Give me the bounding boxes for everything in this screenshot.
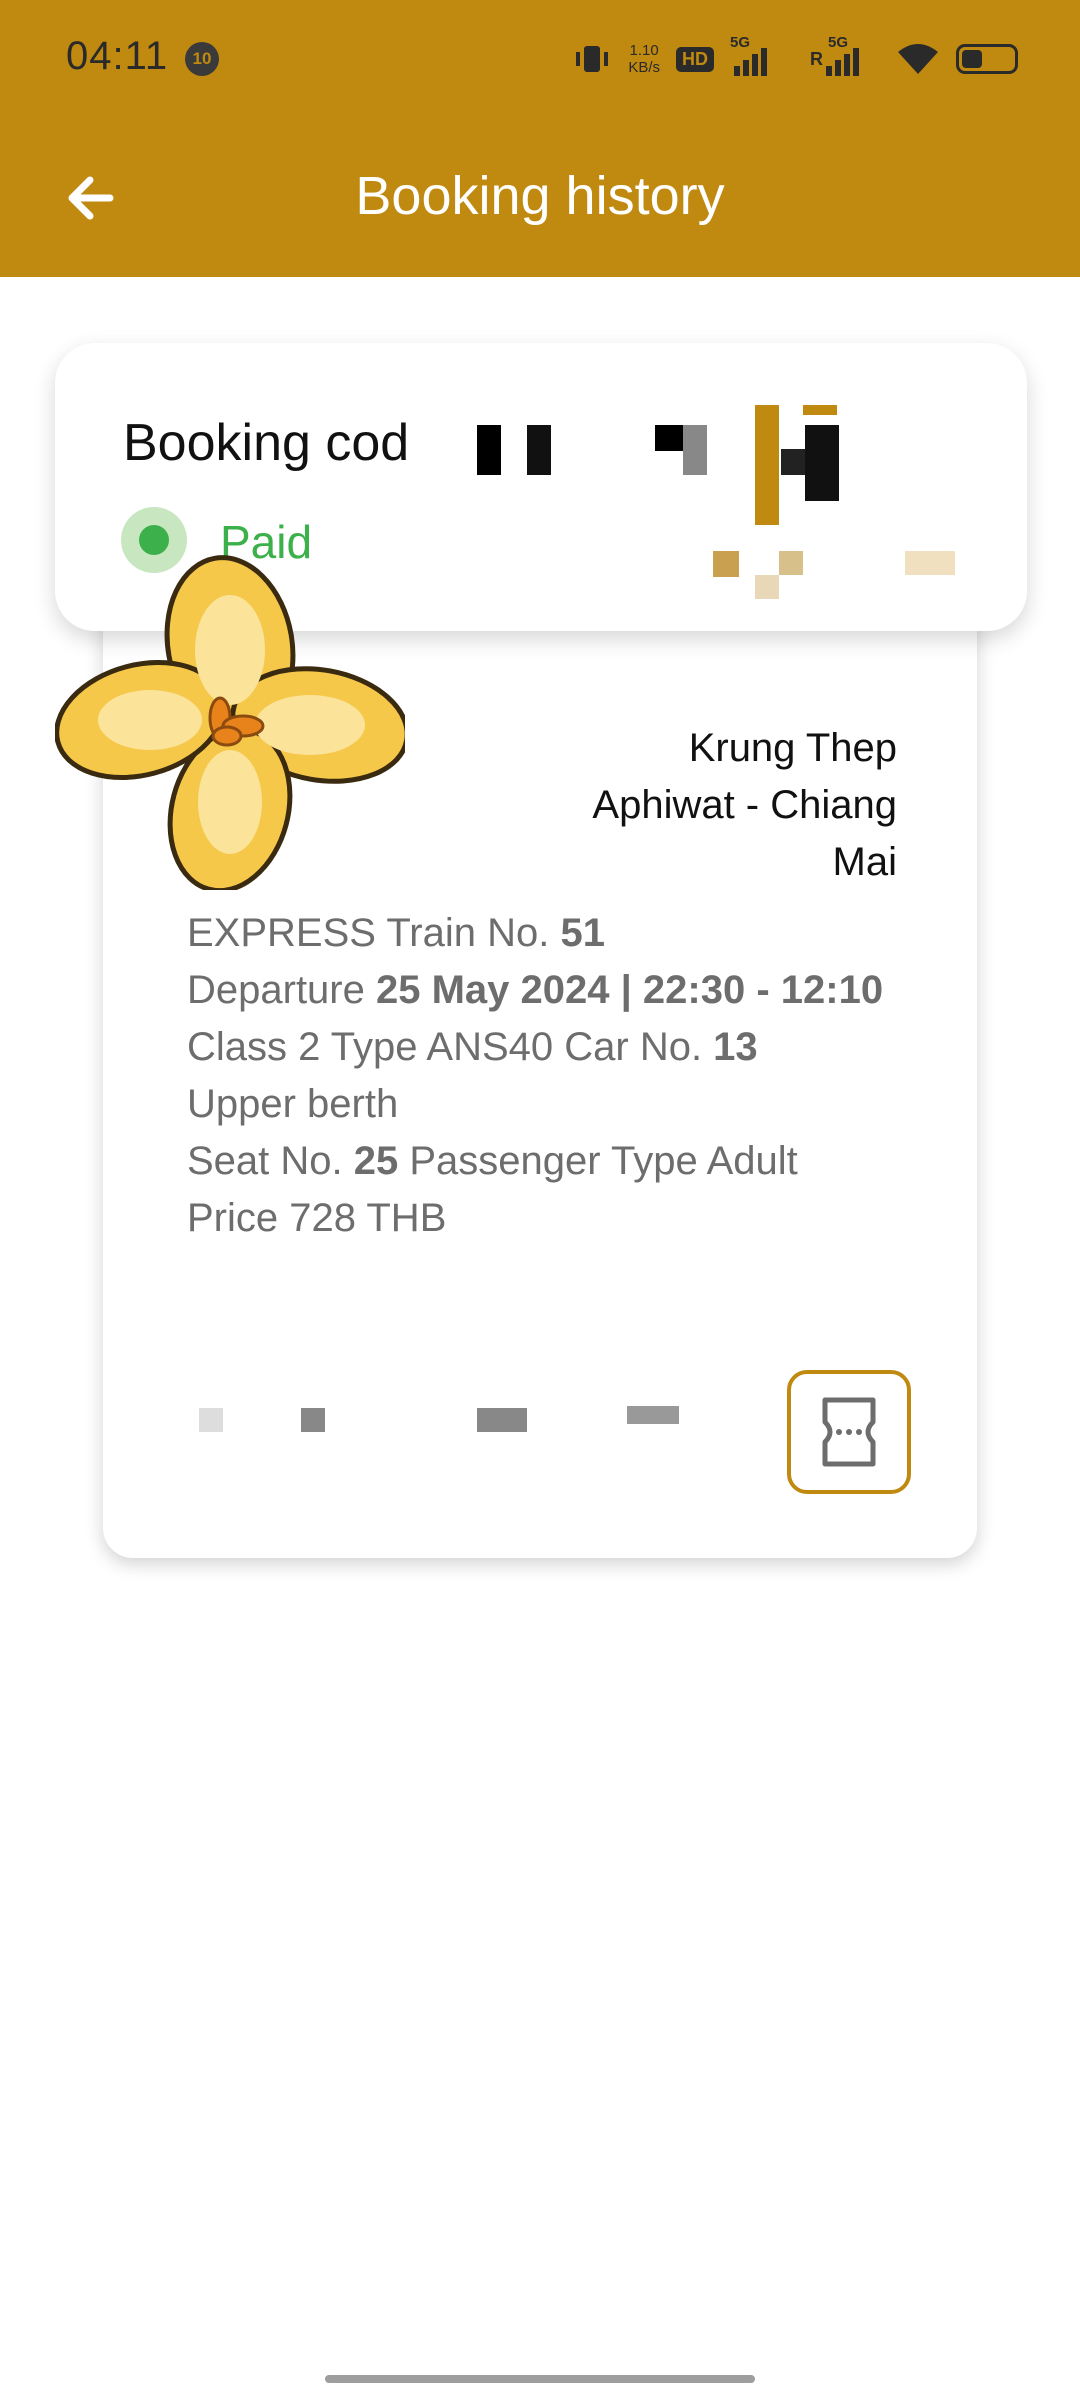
status-icons: 1.10 KB/s HD 5G R 5G — [572, 34, 1018, 84]
network-speed: 1.10 KB/s — [628, 42, 660, 76]
redacted-code — [683, 425, 707, 475]
price-line: Price 728 THB — [187, 1196, 447, 1240]
redacted-area — [627, 1406, 679, 1424]
redacted-area — [477, 1408, 527, 1432]
redacted-area — [301, 1408, 325, 1432]
redacted-code — [713, 551, 739, 577]
battery-icon — [956, 44, 1018, 74]
wifi-icon — [898, 44, 938, 74]
booking-code-label: Booking cod — [123, 414, 410, 472]
trip-info: EXPRESS Train No. 51 Departure 25 May 20… — [187, 905, 907, 1247]
route-label: Krung Thep Aphiwat - Chiang Mai — [592, 726, 897, 884]
page-title: Booking history — [355, 166, 725, 226]
redacted-code — [803, 405, 837, 415]
app-bar: 04:11 10 1.10 KB/s HD 5G R 5G Booking hi… — [0, 0, 1080, 277]
redacted-code — [805, 425, 839, 501]
signal-icon-2: R 5G — [806, 34, 880, 76]
status-bar: 04:11 10 1.10 KB/s HD 5G R 5G — [0, 0, 1080, 118]
redacted-code — [779, 551, 803, 575]
class-line: Class 2 Type ANS40 Car No. 13 — [187, 1025, 758, 1069]
berth-line: Upper berth — [187, 1082, 399, 1126]
status-time: 04:11 — [66, 34, 169, 78]
redacted-code — [527, 425, 551, 475]
notification-badge: 10 — [185, 42, 219, 76]
vibrate-icon — [576, 46, 609, 72]
departure-line: Departure 25 May 2024 | 22:30 - 12:10 — [187, 968, 884, 1012]
redacted-code — [755, 575, 779, 599]
flower-sticker — [55, 555, 405, 890]
redacted-code — [905, 551, 955, 575]
redacted-area — [199, 1408, 223, 1432]
redacted-code — [781, 449, 805, 475]
redacted-code — [755, 405, 779, 525]
home-indicator[interactable] — [325, 2375, 755, 2383]
hd-icon: HD — [676, 46, 714, 72]
signal-icon: 5G — [730, 34, 790, 76]
train-line: EXPRESS Train No. 51 — [187, 911, 605, 955]
ticket-icon — [822, 1397, 876, 1467]
seat-line: Seat No. 25 Passenger Type Adult — [187, 1139, 798, 1183]
ticket-button[interactable] — [787, 1370, 911, 1494]
redacted-code — [477, 425, 501, 475]
redacted-code — [655, 425, 683, 451]
